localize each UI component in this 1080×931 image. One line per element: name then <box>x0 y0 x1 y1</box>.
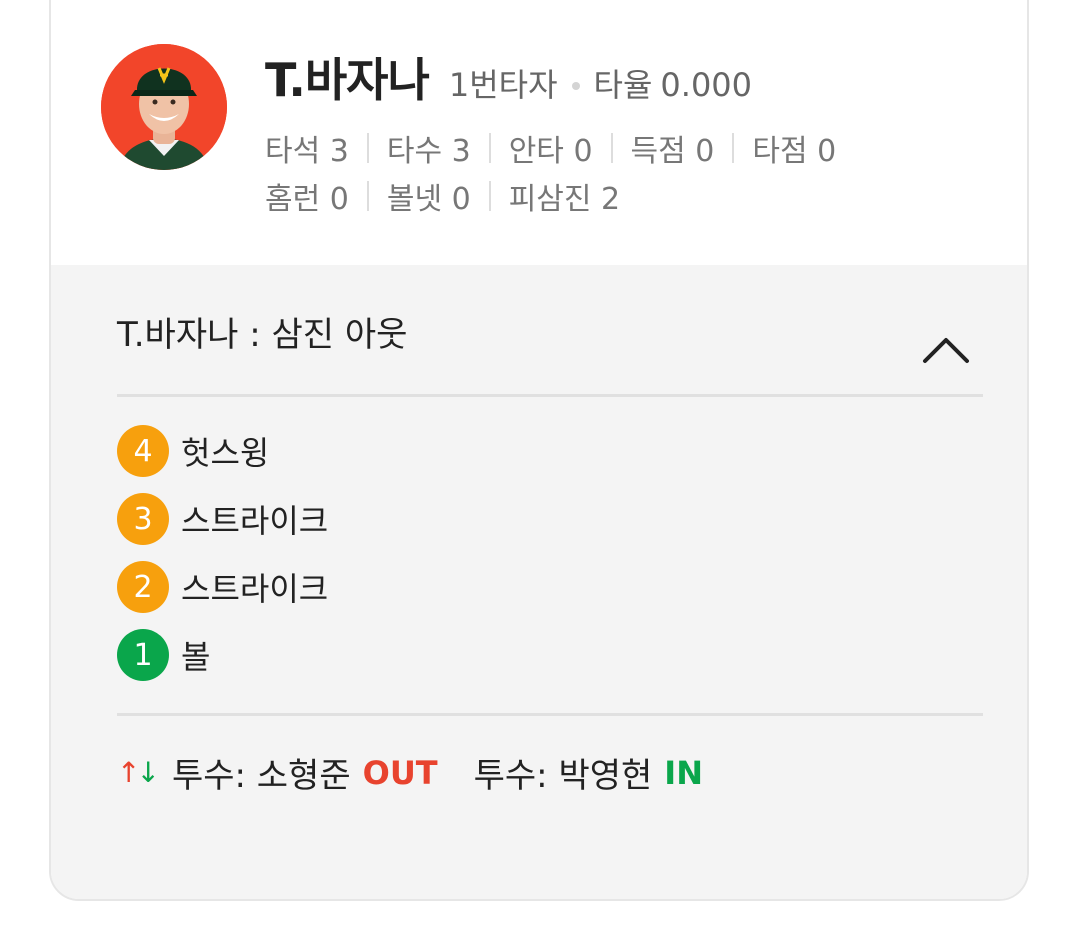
in-badge: IN <box>664 753 703 792</box>
at-bat-detail: T.바자나 : 삼진 아웃 4 헛스윙 3 스트라이크 2 스트라이크 1 볼 <box>51 265 1027 899</box>
stat-divider <box>488 181 491 211</box>
stat-divider <box>366 133 369 163</box>
stats-row-1: 타석 3 타수 3 안타 0 득점 0 타점 0 <box>265 124 985 172</box>
pitch-item: 2 스트라이크 <box>117 553 328 621</box>
arrow-down-icon: ↓ <box>136 756 160 789</box>
separator-dot <box>571 82 580 90</box>
stat-divider <box>610 133 613 163</box>
arrow-up-icon: ↑ <box>117 756 141 789</box>
pitch-item: 3 스트라이크 <box>117 485 328 553</box>
player-header: T.바자나 1번타자 타율 0.000 타석 3 타수 3 안타 0 득점 0 … <box>51 2 1027 235</box>
player-photo <box>101 44 227 170</box>
stat-rbi: 타점 0 <box>752 134 837 169</box>
stat-home-runs: 홈런 0 <box>265 182 349 217</box>
pitch-result-label: 스트라이크 <box>181 570 329 608</box>
stat-hits: 안타 0 <box>508 134 593 169</box>
pitcher-out-text: 투수: 소형준 <box>171 756 351 796</box>
stat-runs: 득점 0 <box>630 134 715 169</box>
pitch-list: 4 헛스윙 3 스트라이크 2 스트라이크 1 볼 <box>117 417 328 689</box>
stat-divider <box>366 181 369 211</box>
player-stats: 타석 3 타수 3 안타 0 득점 0 타점 0 홈런 0 볼넷 0 피삼진 2 <box>265 124 985 220</box>
stat-walks: 볼넷 0 <box>386 182 471 217</box>
out-badge: OUT <box>362 753 438 792</box>
player-avatar[interactable] <box>101 44 227 170</box>
pitching-change: ↑↓ 투수: 소형준 OUT 투수: 박영현 IN <box>117 748 703 797</box>
at-bat-result: T.바자나 : 삼진 아웃 <box>117 315 408 355</box>
stats-row-2: 홈런 0 볼넷 0 피삼진 2 <box>265 172 985 220</box>
pitcher-in-text: 투수: 박영현 <box>473 756 653 796</box>
stat-plate-appearances: 타석 3 <box>265 134 349 169</box>
pitch-result-label: 스트라이크 <box>181 502 329 540</box>
stat-strikeouts: 피삼진 2 <box>508 182 621 217</box>
pitch-number-badge: 2 <box>117 561 169 613</box>
pitch-item: 1 볼 <box>117 621 328 689</box>
pitch-number-badge: 1 <box>117 629 169 681</box>
batting-average-label: 타율 <box>593 66 653 104</box>
pitch-result-label: 헛스윙 <box>181 434 270 472</box>
divider <box>117 394 983 397</box>
substitution-arrows-icon: ↑↓ <box>117 756 160 789</box>
pitch-number-badge: 4 <box>117 425 169 477</box>
batting-average-value: 0.000 <box>660 66 753 104</box>
play-card: T.바자나 1번타자 타율 0.000 타석 3 타수 3 안타 0 득점 0 … <box>49 0 1029 901</box>
player-name[interactable]: T.바자나 <box>265 44 430 110</box>
chevron-up-icon <box>923 338 969 363</box>
pitch-result-label: 볼 <box>181 638 211 676</box>
stat-divider <box>488 133 491 163</box>
collapse-button[interactable] <box>919 329 973 369</box>
stat-divider <box>732 133 735 163</box>
pitch-number-badge: 3 <box>117 493 169 545</box>
pitch-item: 4 헛스윙 <box>117 417 328 485</box>
divider <box>117 713 983 716</box>
batting-order: 1번타자 <box>448 66 558 104</box>
stat-at-bats: 타수 3 <box>386 134 471 169</box>
player-name-row: T.바자나 1번타자 타율 0.000 <box>265 44 752 110</box>
